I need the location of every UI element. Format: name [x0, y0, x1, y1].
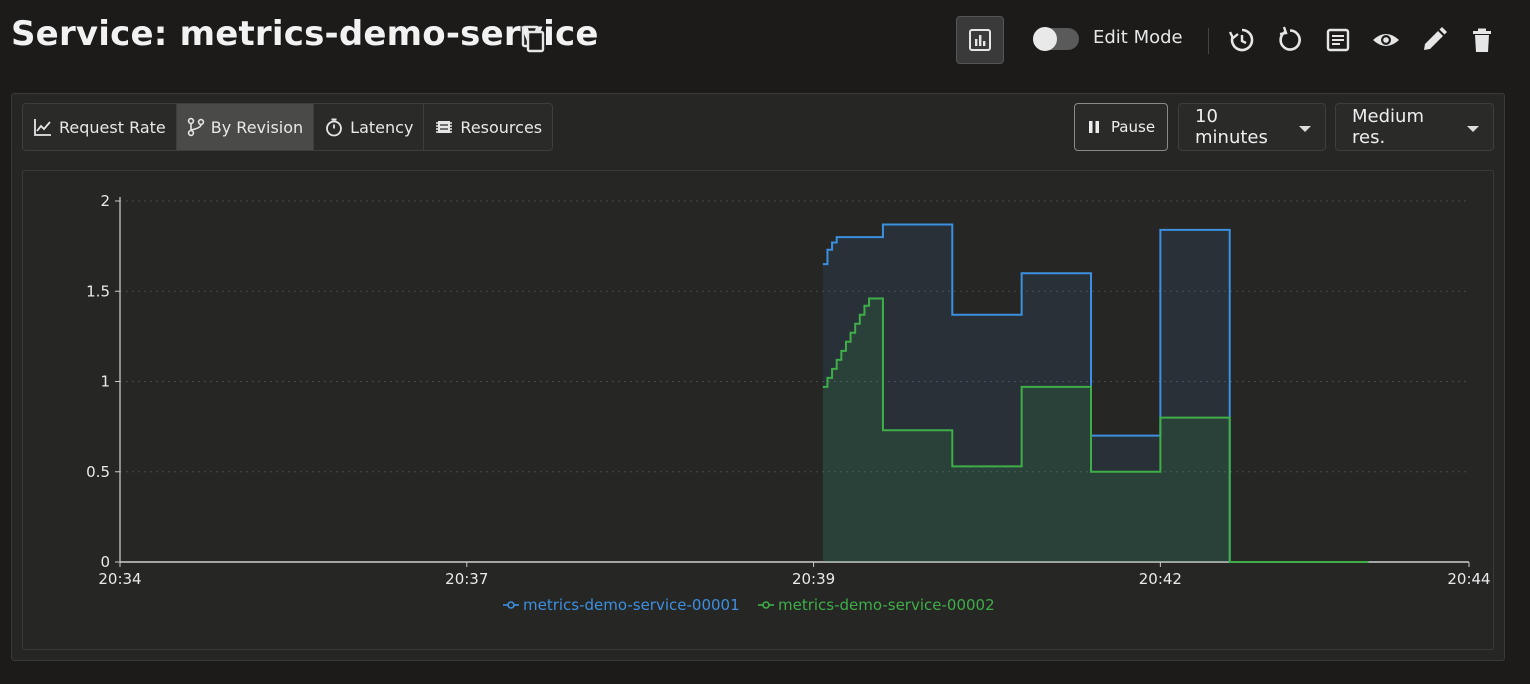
pause-icon	[1088, 121, 1099, 133]
legend-marker	[762, 601, 770, 609]
y-tick-label: 1	[100, 373, 110, 391]
time-range-value: 10 minutes	[1195, 106, 1268, 148]
header-bar: Service: metrics-demo-service Edit Mode	[0, 0, 1530, 84]
tab-resources[interactable]: Resources	[424, 104, 553, 150]
legend-marker	[507, 601, 515, 609]
x-tick-label: 20:44	[1447, 570, 1490, 588]
tab-latency[interactable]: Latency	[314, 104, 425, 150]
pause-label: Pause	[1110, 118, 1156, 136]
metrics-tabs: Request Rate By Revision Latency Resourc…	[22, 103, 554, 151]
branch-icon	[187, 117, 204, 137]
refresh-icon	[1279, 26, 1301, 51]
resolution-value: Medium res.	[1352, 106, 1424, 148]
chevron-down-icon	[1299, 126, 1311, 132]
x-tick-label: 20:34	[98, 570, 141, 588]
tab-label: By Revision	[210, 117, 304, 137]
tab-request-rate[interactable]: Request Rate	[23, 104, 177, 150]
refresh-button[interactable]	[1274, 24, 1306, 56]
resolution-dropdown[interactable]: Medium res.	[1335, 103, 1494, 151]
y-tick-label: 0.5	[86, 463, 110, 481]
pause-button[interactable]: Pause	[1074, 103, 1168, 151]
tab-label: Resources	[460, 117, 543, 137]
stopwatch-icon	[326, 118, 343, 137]
eye-icon	[1373, 34, 1399, 46]
legend-item-label: metrics-demo-service-00002	[778, 596, 995, 614]
edit-button[interactable]	[1418, 24, 1450, 56]
delete-button[interactable]	[1466, 24, 1498, 56]
edit-mode-label: Edit Mode	[1093, 27, 1183, 48]
pencil-icon	[1424, 27, 1447, 50]
tab-label: Request Rate	[59, 117, 166, 137]
memory-chip-icon	[436, 121, 453, 133]
logs-button[interactable]	[1322, 24, 1354, 56]
chevron-down-icon	[1467, 126, 1479, 132]
x-tick-label: 20:37	[445, 570, 488, 588]
toolbar-divider	[1208, 28, 1209, 54]
y-tick-label: 0	[100, 553, 110, 571]
history-clock-icon	[1228, 28, 1254, 52]
time-range-dropdown[interactable]: 10 minutes	[1178, 103, 1326, 151]
line-chart-icon	[34, 119, 51, 136]
copy-icon[interactable]	[520, 24, 548, 54]
page-title: Service: metrics-demo-service	[11, 14, 599, 54]
legend-item-label: metrics-demo-service-00001	[523, 596, 740, 614]
tab-by-revision[interactable]: By Revision	[176, 104, 315, 150]
revision-chart: 0 0.5 1 1.5 2 20:34 20:37 20:39 20:42 20:44 metric…	[86, 192, 1490, 614]
edit-mode-toggle[interactable]	[1033, 27, 1079, 51]
chart-container: 0 0.5 1 1.5 2 20:34 20:37 20:39 20:42 20:44 metric…	[22, 170, 1494, 650]
bar-chart-icon	[969, 29, 991, 51]
history-button[interactable]	[1226, 24, 1258, 56]
x-tick-label: 20:39	[792, 570, 835, 588]
x-tick-label: 20:42	[1139, 570, 1182, 588]
y-tick-label: 2	[100, 192, 110, 210]
view-button[interactable]	[1370, 24, 1402, 56]
chart-view-button[interactable]	[956, 16, 1004, 64]
y-tick-label: 1.5	[86, 282, 110, 300]
toggle-knob	[1033, 27, 1057, 51]
trash-icon	[1473, 28, 1491, 52]
tab-label: Latency	[350, 117, 414, 137]
document-lines-icon	[1326, 28, 1350, 52]
